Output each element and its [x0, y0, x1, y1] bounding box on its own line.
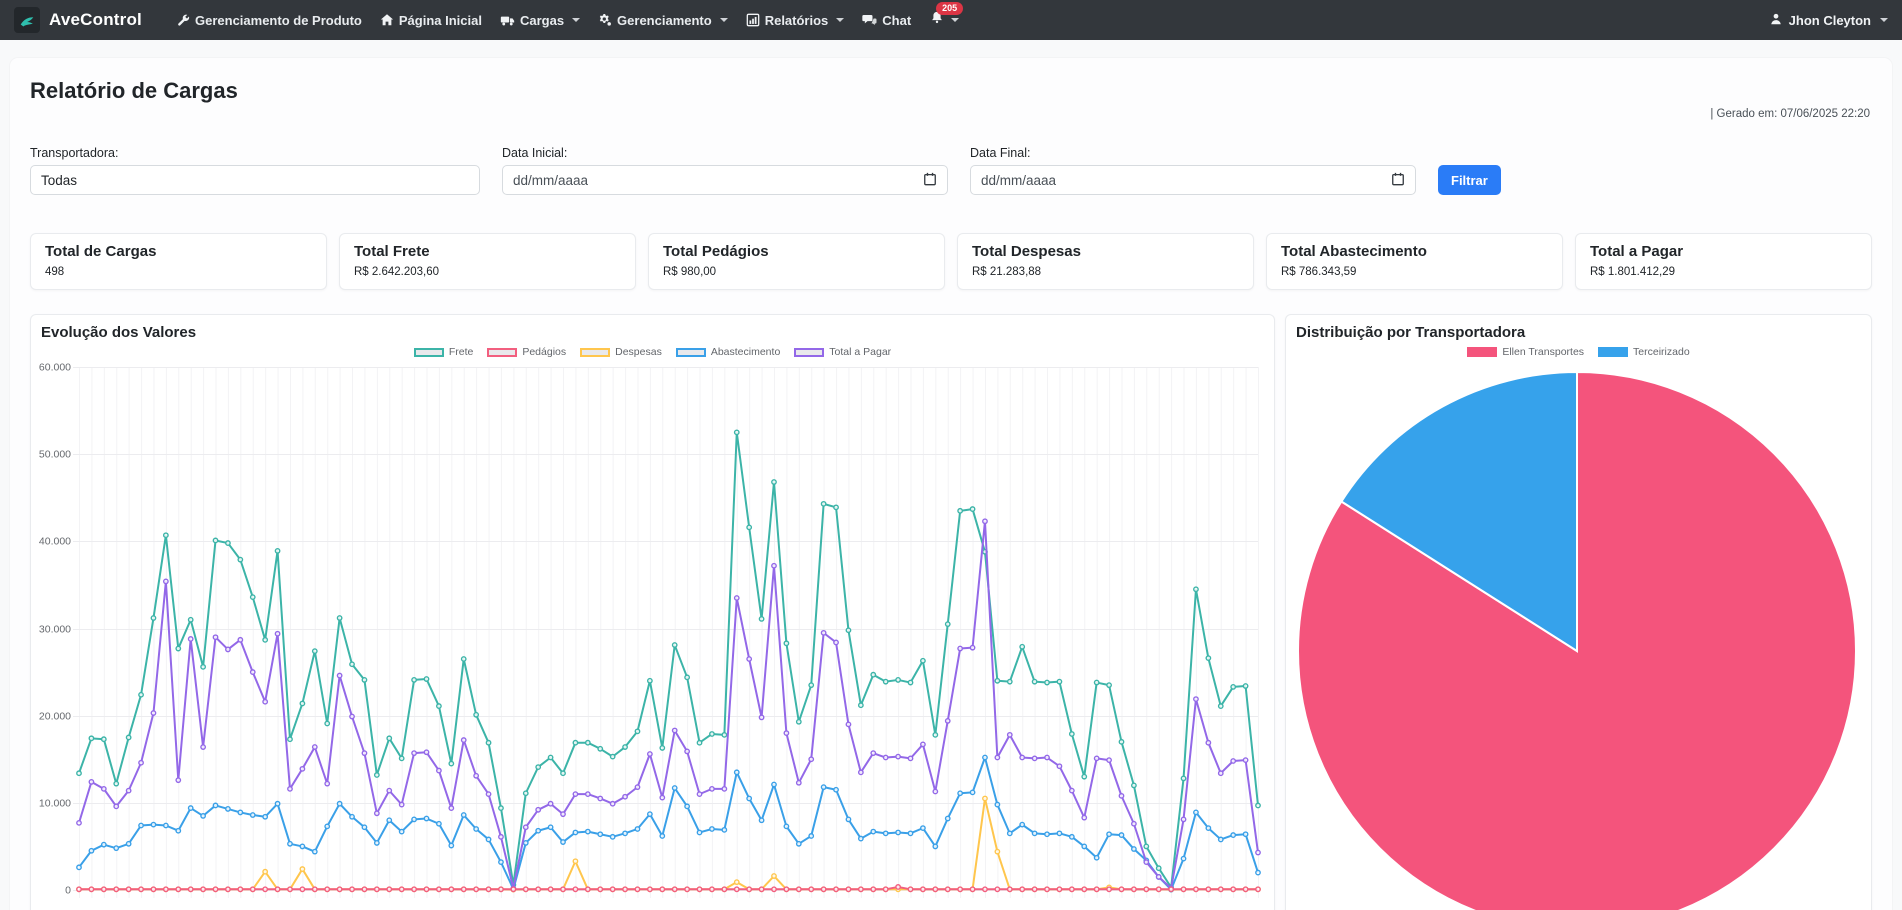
nav-chat[interactable]: Chat	[853, 0, 920, 40]
ellen-transportes-swatch-icon	[1467, 347, 1498, 357]
calendar-icon[interactable]	[923, 172, 937, 189]
wrench-icon	[177, 14, 190, 27]
main-panel: Relatório de Cargas | Gerado em: 07/06/2…	[10, 58, 1892, 910]
line-chart-card: Evolução dos Valores Frete Pedágios Desp…	[30, 314, 1275, 910]
transportadora-field: Transportadora: Todas	[30, 146, 480, 195]
data-final-input[interactable]: dd/mm/aaaa	[970, 165, 1416, 195]
card-total-a-pagar: Total a Pagar R$ 1.801.412,29	[1575, 233, 1872, 290]
chevron-down-icon	[951, 18, 960, 22]
calendar-icon[interactable]	[1391, 172, 1405, 189]
nav-gerenciamento-de-produto[interactable]: Gerenciamento de Produto	[168, 0, 371, 40]
chat-icon	[862, 13, 877, 27]
legend-despesas[interactable]: Despesas	[580, 346, 662, 358]
notifications-bell[interactable]: 205	[920, 0, 969, 40]
legend-terceirizado[interactable]: Terceirizado	[1598, 346, 1690, 358]
legend-frete[interactable]: Frete	[413, 346, 473, 358]
nav-pagina-inicial[interactable]: Página Inicial	[371, 0, 491, 40]
legend-pedagios[interactable]: Pedágios	[487, 346, 566, 358]
card-total-de-cargas: Total de Cargas 498	[30, 233, 327, 290]
chevron-down-icon	[836, 18, 845, 22]
user-name: Jhon Cleyton	[1788, 12, 1871, 28]
report-icon	[746, 13, 760, 27]
page-header: Relatório de Cargas | Gerado em: 07/06/2…	[30, 58, 1872, 132]
home-icon	[380, 13, 394, 27]
card-total-pedagios: Total Pedágios R$ 980,00	[648, 233, 945, 290]
nav-gerenciamento[interactable]: Gerenciamento	[589, 0, 737, 40]
chevron-down-icon	[719, 18, 728, 22]
transportadora-select[interactable]: Todas	[30, 165, 480, 195]
card-total-frete: Total Frete R$ 2.642.203,60	[339, 233, 636, 290]
terceirizado-swatch-icon	[1598, 347, 1629, 357]
total-a-pagar-swatch-icon	[794, 347, 825, 357]
frete-swatch-icon	[413, 347, 444, 357]
pie-chart-canvas	[1292, 359, 1867, 910]
data-final-field: Data Final: dd/mm/aaaa	[970, 146, 1416, 195]
data-final-label: Data Final:	[970, 146, 1031, 160]
line-chart-canvas	[37, 359, 1270, 910]
data-inicial-label: Data Inicial:	[502, 146, 568, 160]
page-title: Relatório de Cargas	[30, 78, 238, 103]
line-chart-legend: Frete Pedágios Despesas Abastecimento To…	[37, 345, 1268, 359]
filters-bar: Transportadora: Todas Data Inicial: dd/m…	[30, 146, 1872, 195]
nav-relatorios[interactable]: Relatórios	[737, 0, 854, 40]
generated-at-text: | Gerado em: 07/06/2025 22:20	[1710, 108, 1870, 120]
brand-name: AveControl	[49, 10, 142, 29]
pie-chart-title: Distribuição por Transportadora	[1296, 324, 1526, 341]
chevron-down-icon	[572, 18, 581, 22]
card-total-abastecimento: Total Abastecimento R$ 786.343,59	[1266, 233, 1563, 290]
filtrar-button[interactable]: Filtrar	[1438, 165, 1501, 195]
summary-cards-row: Total de Cargas 498 Total Frete R$ 2.642…	[30, 233, 1872, 290]
notification-count-badge: 205	[936, 2, 964, 15]
legend-abastecimento[interactable]: Abastecimento	[675, 346, 780, 358]
charts-row: Evolução dos Valores Frete Pedágios Desp…	[30, 314, 1872, 910]
truck-icon	[500, 13, 515, 27]
pie-chart-legend: Ellen Transportes Terceirizado	[1292, 345, 1865, 359]
legend-total-a-pagar[interactable]: Total a Pagar	[794, 346, 891, 358]
legend-ellen-transportes[interactable]: Ellen Transportes	[1467, 346, 1584, 358]
user-menu[interactable]: Jhon Cleyton	[1769, 12, 1888, 29]
user-icon	[1769, 12, 1783, 29]
data-inicial-field: Data Inicial: dd/mm/aaaa	[502, 146, 948, 195]
gears-icon	[598, 13, 612, 27]
abastecimento-swatch-icon	[675, 347, 706, 357]
line-chart-title: Evolução dos Valores	[41, 324, 197, 341]
pedagios-swatch-icon	[487, 347, 518, 357]
app-logo-icon	[14, 7, 40, 33]
chevron-down-icon	[1880, 18, 1888, 22]
pie-chart-card: Distribuição por Transportadora Ellen Tr…	[1285, 314, 1872, 910]
brand[interactable]: AveControl	[14, 7, 142, 33]
transportadora-label: Transportadora:	[30, 146, 119, 160]
top-navbar: AveControl Gerenciamento de Produto Pági…	[0, 0, 1902, 40]
card-total-despesas: Total Despesas R$ 21.283,88	[957, 233, 1254, 290]
despesas-swatch-icon	[580, 347, 611, 357]
nav-cargas[interactable]: Cargas	[491, 0, 589, 40]
data-inicial-input[interactable]: dd/mm/aaaa	[502, 165, 948, 195]
